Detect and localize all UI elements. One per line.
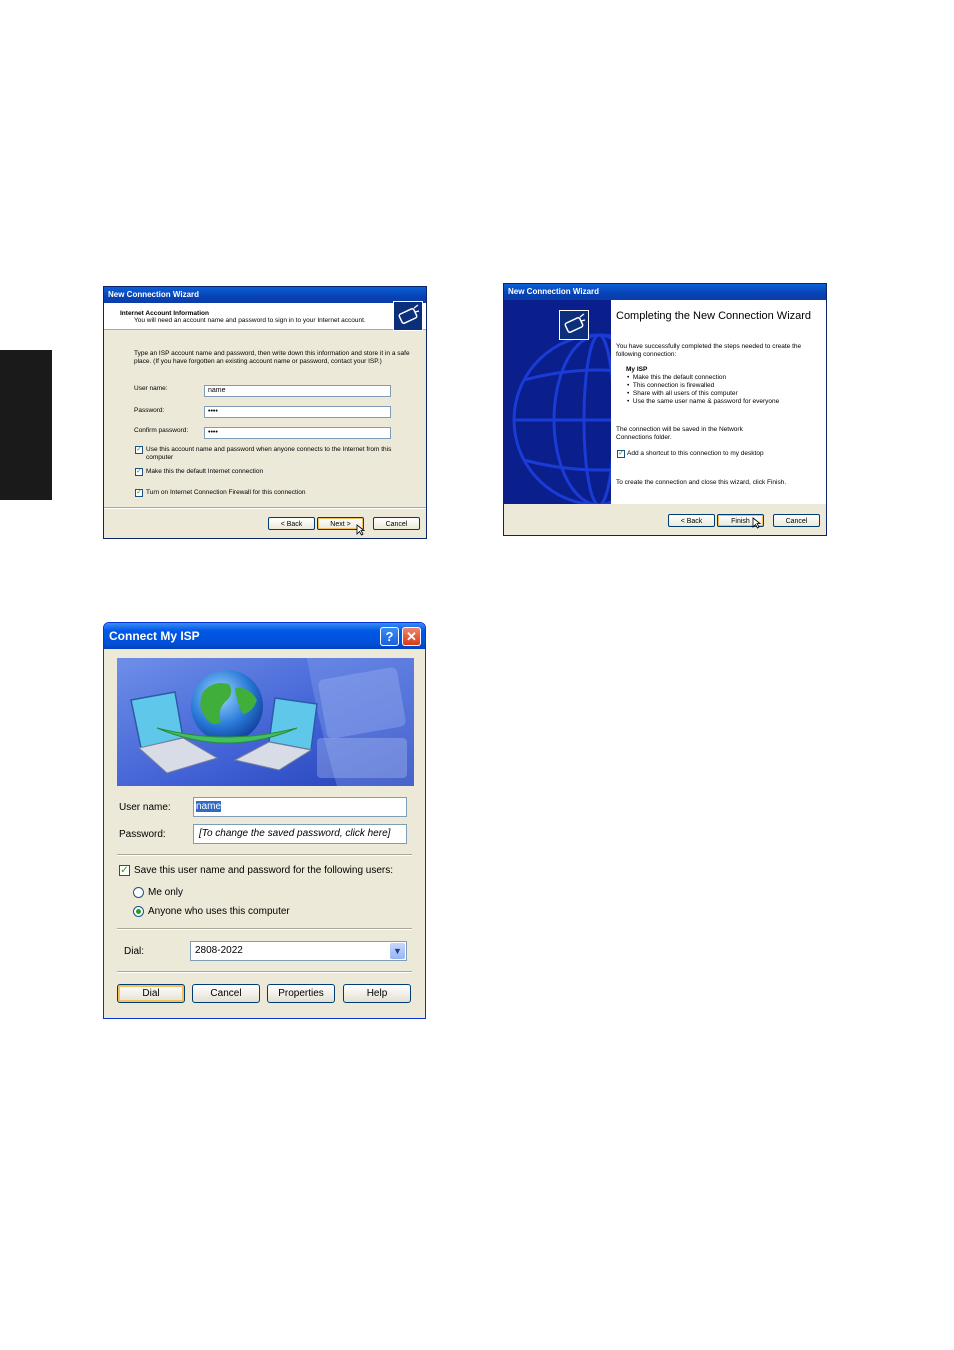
back-button[interactable]: < Back [268, 517, 315, 530]
password-label: Password: [134, 407, 165, 414]
intro-text: Type an ISP account name and password, t… [134, 350, 410, 365]
username-input[interactable]: name [193, 797, 407, 817]
dial-label: Dial: [124, 946, 145, 957]
radio-anyone-label: Anyone who uses this computer [148, 906, 290, 917]
window-title: New Connection Wizard [104, 287, 426, 303]
wizard-complete-window: New Connection Wizard Completing the New… [503, 283, 827, 536]
dial-value: 2808-2022 [195, 945, 243, 956]
dialog-title: Connect My ISP [104, 623, 425, 649]
dial-select[interactable]: 2808-2022 ▼ [190, 941, 407, 961]
wizard-account-window: New Connection Wizard Internet Account I… [103, 286, 427, 539]
section-tab [0, 350, 52, 500]
properties-button[interactable]: Properties [267, 984, 335, 1003]
divider [117, 928, 412, 930]
globe-icon [512, 333, 611, 504]
check-default-label: Make this the default Internet connectio… [146, 468, 264, 475]
password-input[interactable]: •••• [204, 406, 391, 418]
save-credentials-label: Save this user name and password for the… [134, 865, 394, 876]
cancel-button[interactable]: Cancel [192, 984, 260, 1003]
checkbox-desktop-shortcut[interactable]: ✓ [617, 450, 625, 458]
divider [104, 507, 426, 509]
bullet-item: • Use the same user name & password for … [627, 398, 780, 405]
wizard-icon [393, 301, 423, 331]
shortcut-label: Add a shortcut to this connection to my … [627, 450, 764, 457]
connection-name: My ISP [626, 366, 648, 373]
divider [117, 854, 412, 856]
network-illustration [117, 658, 414, 786]
complete-intro: You have successfully completed the step… [616, 343, 802, 358]
dial-button[interactable]: Dial [117, 984, 185, 1003]
username-value: name [196, 801, 222, 812]
username-label: User name: [119, 802, 171, 813]
radio-anyone[interactable] [133, 906, 144, 917]
complete-heading: Completing the New Connection Wizard [616, 310, 812, 322]
cursor-icon [356, 524, 365, 536]
checkbox-share-account[interactable]: ✓ [135, 446, 143, 454]
cancel-button[interactable]: Cancel [773, 514, 820, 527]
back-button[interactable]: < Back [668, 514, 715, 527]
checkbox-save-credentials[interactable]: ✓ [119, 865, 130, 876]
globe-banner [504, 300, 611, 504]
divider [117, 971, 412, 973]
check-firewall-label: Turn on Internet Connection Firewall for… [146, 489, 306, 496]
finish-note: To create the connection and close this … [616, 479, 787, 486]
close-button[interactable]: ✕ [402, 627, 421, 646]
check-share-label: Use this account name and password when … [146, 446, 392, 461]
bullet-item: • This connection is firewalled [627, 382, 715, 389]
chevron-down-icon[interactable]: ▼ [390, 943, 405, 959]
help-title-button[interactable]: ? [380, 627, 399, 646]
username-label: User name: [134, 385, 168, 392]
cancel-button[interactable]: Cancel [373, 517, 420, 530]
bullet-item: • Share with all users of this computer [627, 390, 738, 397]
help-button[interactable]: Help [343, 984, 411, 1003]
wizard-icon [559, 310, 589, 340]
confirm-label: Confirm password: [134, 427, 189, 434]
checkbox-default-connection[interactable]: ✓ [135, 468, 143, 476]
wizard-header: Internet Account Information You will ne… [104, 301, 426, 331]
username-input[interactable]: name [204, 385, 391, 397]
saved-note: The connection will be saved in the Netw… [616, 426, 743, 441]
cursor-icon [752, 517, 761, 529]
radio-me-only-label: Me only [148, 887, 184, 898]
checkbox-firewall[interactable]: ✓ [135, 489, 143, 497]
password-label: Password: [119, 829, 166, 840]
password-input[interactable]: [To change the saved password, click her… [193, 824, 407, 844]
confirm-input[interactable]: •••• [204, 427, 391, 439]
window-title: New Connection Wizard [504, 284, 826, 300]
connect-dialog: Connect My ISP ? ✕ User name: name Passw… [103, 622, 426, 1019]
wizard-body: Completing the New Connection Wizard You… [611, 300, 826, 504]
bullet-item: • Make this the default connection [627, 374, 727, 381]
radio-me-only[interactable] [133, 887, 144, 898]
header-subtitle: You will need an account name and passwo… [134, 317, 366, 324]
